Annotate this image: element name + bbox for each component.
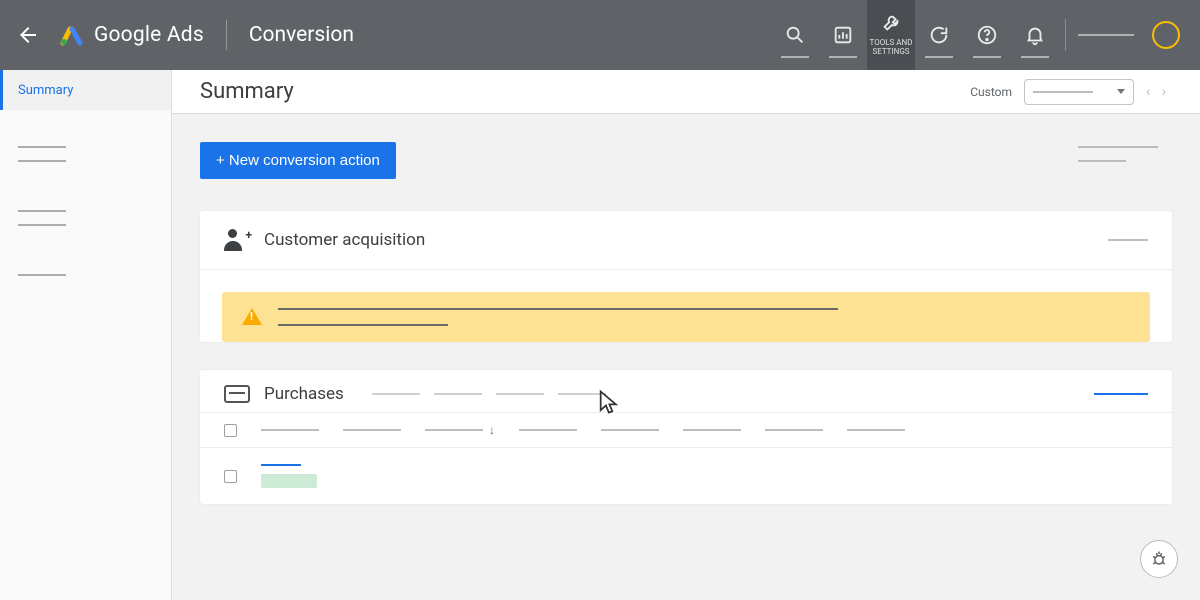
purchases-card: Purchases ↓ (200, 370, 1172, 504)
date-next-button[interactable]: › (1162, 84, 1172, 100)
customer-acquisition-card: + Customer acquisition (200, 211, 1172, 342)
purchases-link[interactable] (1094, 393, 1148, 395)
sidebar: Summary (0, 70, 172, 600)
page-name: Conversion (249, 23, 354, 47)
feedback-button[interactable] (1140, 540, 1178, 578)
notifications-button[interactable] (1011, 0, 1059, 70)
page-title: Summary (200, 79, 294, 104)
header-actions: TOOLS AND SETTINGS (771, 0, 1186, 70)
sidebar-item-placeholder[interactable] (18, 146, 66, 148)
refresh-button[interactable] (915, 0, 963, 70)
column-header[interactable] (847, 429, 905, 431)
header-divider-2 (1065, 19, 1066, 51)
sidebar-item-summary[interactable]: Summary (0, 70, 171, 110)
card-action-placeholder[interactable] (1108, 239, 1148, 241)
main-header: Summary Custom ‹ › (172, 70, 1200, 114)
sidebar-item-placeholder[interactable] (18, 224, 66, 226)
alert-text-line (278, 324, 448, 326)
header-divider (226, 20, 227, 50)
summary-stats-placeholder (1078, 146, 1158, 162)
sidebar-item-placeholder[interactable] (18, 160, 66, 162)
back-button[interactable] (14, 21, 42, 49)
help-button[interactable] (963, 0, 1011, 70)
reports-button[interactable] (819, 0, 867, 70)
credit-card-icon (224, 385, 250, 403)
card-title: Purchases (264, 384, 344, 404)
column-header[interactable] (261, 429, 319, 431)
avatar[interactable] (1152, 21, 1180, 49)
account-selector[interactable] (1078, 34, 1134, 36)
card-title: Customer acquisition (264, 230, 425, 250)
date-prev-button[interactable]: ‹ (1146, 84, 1156, 100)
select-all-checkbox[interactable] (224, 424, 237, 437)
top-bar: Google Ads Conversion TOOLS AND SETTINGS (0, 0, 1200, 70)
warning-icon (242, 308, 262, 325)
brand-name: Google Ads (94, 23, 204, 47)
column-header-sorted[interactable]: ↓ (425, 423, 495, 437)
tools-label: TOOLS AND SETTINGS (867, 39, 915, 57)
search-button[interactable] (771, 0, 819, 70)
person-add-icon: + (224, 229, 250, 251)
sidebar-item-placeholder[interactable] (18, 210, 66, 212)
row-checkbox[interactable] (224, 470, 237, 483)
warning-alert (222, 292, 1150, 342)
tools-and-settings-button[interactable]: TOOLS AND SETTINGS (867, 0, 915, 70)
alert-text-line (278, 308, 838, 310)
sort-arrow-down-icon: ↓ (489, 423, 495, 437)
date-range-label: Custom (970, 85, 1012, 99)
status-badge (261, 474, 317, 488)
new-conversion-action-button[interactable]: + New conversion action (200, 142, 396, 179)
column-header[interactable] (601, 429, 659, 431)
column-header[interactable] (683, 429, 741, 431)
sidebar-item-placeholder[interactable] (18, 274, 66, 276)
column-header[interactable] (765, 429, 823, 431)
chevron-down-icon (1117, 89, 1125, 94)
google-ads-logo-icon (60, 23, 84, 47)
date-range-picker[interactable] (1024, 79, 1134, 105)
brand-block: Google Ads (60, 23, 204, 47)
column-header[interactable] (519, 429, 577, 431)
table-row[interactable] (200, 448, 1172, 504)
row-name-link[interactable] (261, 464, 301, 466)
column-header[interactable] (343, 429, 401, 431)
table-header-row: ↓ (200, 412, 1172, 448)
